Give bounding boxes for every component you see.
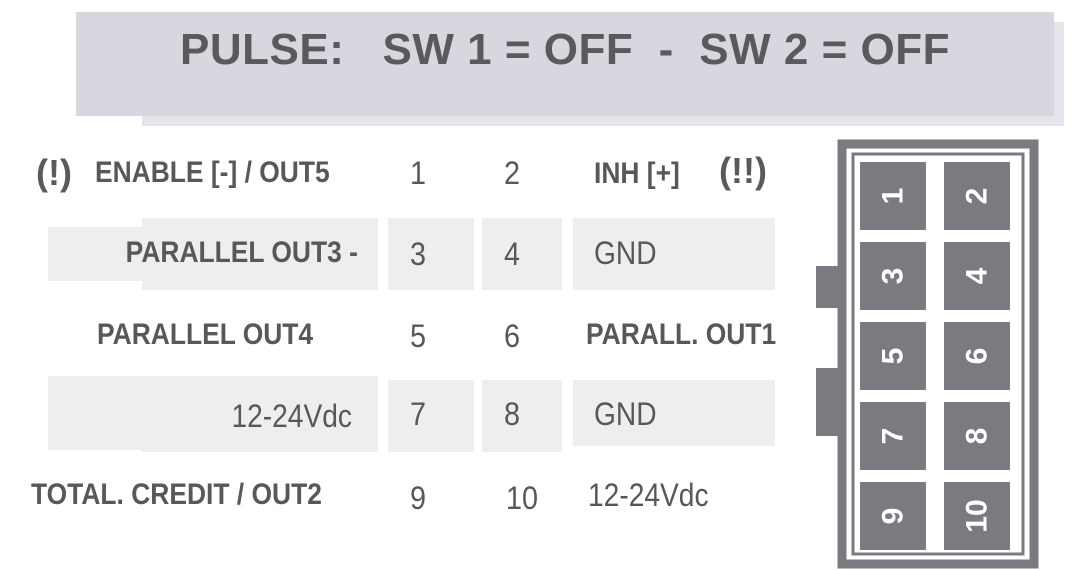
warning-right: (!!) xyxy=(719,150,767,191)
right-label-3: PARALL. OUT1 xyxy=(586,318,777,351)
right-pin-4: 8 xyxy=(503,396,521,432)
right-pin-3: 6 xyxy=(503,318,521,354)
connector-pin-label: 6 xyxy=(961,348,994,365)
connector-pin-label: 7 xyxy=(877,428,910,445)
connector-pin-label: 9 xyxy=(877,508,910,525)
right-label-1: INH [+] xyxy=(594,157,680,190)
right-pin-2: 4 xyxy=(503,236,521,272)
right-label-5: 12-24Vdc xyxy=(588,477,709,513)
left-label-3: PARALLEL OUT4 xyxy=(97,318,314,351)
connector-pin-label: 3 xyxy=(877,268,910,285)
left-pin-5: 9 xyxy=(409,480,427,516)
warning-left: (!) xyxy=(36,152,72,193)
connector-pin-label: 4 xyxy=(961,267,994,284)
left-pin-2: 3 xyxy=(409,236,427,272)
right-pin-1: 2 xyxy=(503,155,521,191)
page-title: PULSE: SW 1 = OFF - SW 2 = OFF xyxy=(180,25,950,74)
left-label-1: ENABLE [-] / OUT5 xyxy=(95,156,330,189)
left-pin-3: 5 xyxy=(409,318,427,354)
connector-diagram: 1 2 3 4 5 6 7 8 9 10 xyxy=(816,139,1039,569)
left-label-5: TOTAL. CREDIT / OUT2 xyxy=(31,478,322,511)
right-pin-5: 10 xyxy=(505,480,539,516)
connector-pin-label: 2 xyxy=(961,188,994,205)
connector-pin-label: 1 xyxy=(877,188,910,205)
connector-pin-label: 8 xyxy=(961,428,994,445)
right-label-4: GND xyxy=(594,396,657,432)
left-label-2: PARALLEL OUT3 - xyxy=(125,236,358,269)
left-pin-4: 7 xyxy=(409,396,427,432)
connector-pin-label: 10 xyxy=(961,499,994,532)
left-pin-1: 1 xyxy=(409,155,427,191)
left-label-4: 12-24Vdc xyxy=(231,398,352,434)
right-label-2: GND xyxy=(594,235,657,271)
connector-pin-label: 5 xyxy=(877,348,910,365)
row-bg xyxy=(48,376,142,450)
